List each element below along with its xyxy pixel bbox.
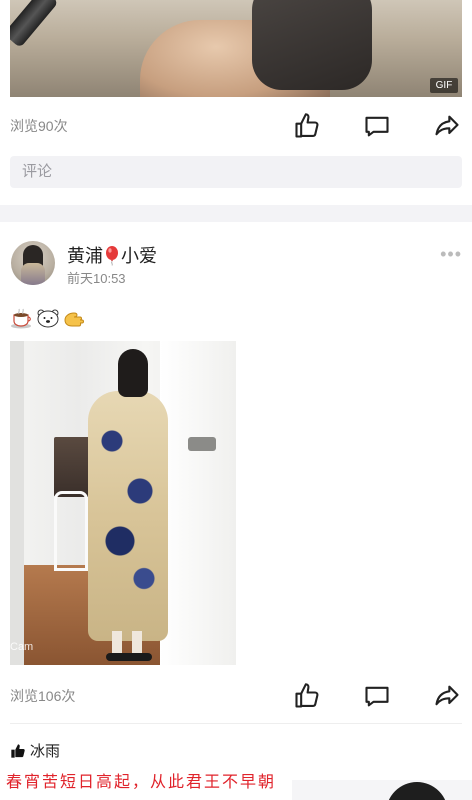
comment-input[interactable]: 评论 <box>10 156 462 188</box>
more-options-icon[interactable]: ••• <box>440 244 462 265</box>
post-stat-row: 浏览106次 <box>10 676 462 716</box>
avatar-dress-shape <box>21 263 45 285</box>
qipao-dress-shape <box>88 391 168 641</box>
share-button[interactable] <box>432 111 462 141</box>
coffee-cup-icon <box>11 308 31 329</box>
divider <box>10 723 462 724</box>
mirror-frame-shape <box>10 341 24 665</box>
top-post-stat-row: 浏览90次 <box>10 106 462 146</box>
gif-media[interactable]: GIF <box>10 0 462 97</box>
action-bar <box>292 681 462 711</box>
polar-bear-face-icon <box>37 309 59 328</box>
thumbs-up-filled-icon <box>11 743 25 758</box>
photo-watermark: Cam <box>10 641 34 653</box>
liked-by-row[interactable]: 冰雨 <box>10 740 60 761</box>
avatar[interactable] <box>11 241 55 285</box>
view-count: 浏览106次 <box>10 688 76 704</box>
username-part1: 黄浦 <box>67 246 103 266</box>
overlay-caption: 春宵苦短日高起，从此君王不早朝 <box>6 772 277 791</box>
thumbs-up-icon <box>295 113 319 138</box>
hair-shape <box>118 349 148 397</box>
liked-by-name: 冰雨 <box>30 743 61 760</box>
gif-badge: GIF <box>430 78 458 93</box>
comment-button[interactable] <box>362 111 392 141</box>
chair-shape <box>54 491 88 571</box>
share-icon <box>435 115 459 136</box>
thumbs-up-icon <box>295 683 319 708</box>
hand-gesture-icon <box>64 312 84 327</box>
username[interactable]: 黄浦 小爱 <box>67 242 157 268</box>
post-emoji-text <box>10 306 86 330</box>
post-timestamp: 前天10:53 <box>67 271 126 286</box>
section-divider <box>0 205 472 222</box>
shoe-shape <box>106 653 152 661</box>
share-button[interactable] <box>432 681 462 711</box>
door-shape <box>160 341 236 665</box>
share-icon <box>435 685 459 706</box>
door-handle-shape <box>188 437 216 451</box>
like-button[interactable] <box>292 681 322 711</box>
pen-shape <box>10 0 59 49</box>
bottom-panel <box>292 780 472 800</box>
username-part2: 小爱 <box>121 246 157 266</box>
dark-object-shape <box>252 0 372 90</box>
comment-icon <box>365 686 389 707</box>
view-count: 浏览90次 <box>10 118 68 134</box>
comment-button[interactable] <box>362 681 392 711</box>
balloon-icon <box>105 246 119 266</box>
like-button[interactable] <box>292 111 322 141</box>
action-bar <box>292 111 462 141</box>
post-photo[interactable]: Cam <box>10 341 236 665</box>
comment-icon <box>365 116 389 137</box>
